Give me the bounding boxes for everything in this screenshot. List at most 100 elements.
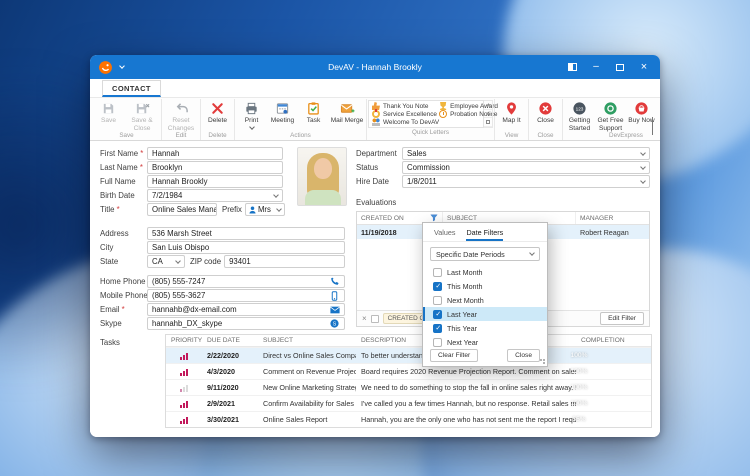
map-it-button[interactable]: Map It [496,99,527,125]
status-combo[interactable]: Commission [402,161,650,174]
birth-date-field: Birth Date 7/2/1984 [100,189,283,202]
column-header-manager[interactable]: MANAGER [576,212,649,224]
filter-option-last-month[interactable]: Last Month [423,265,547,279]
task-row[interactable]: 2/22/2020 Direct vs Online Sales Compari… [166,347,651,363]
quick-access-chevron-icon[interactable] [119,63,125,69]
tab-date-filters[interactable]: Date Filters [466,223,503,241]
skin-icon [567,63,577,71]
title-input[interactable]: Online Sales Manager [147,203,217,216]
full-name-input[interactable]: Hannah Brookly [147,175,283,188]
column-header-priority[interactable]: PRIORITY [166,337,202,344]
group-caption: Save [119,132,134,140]
remove-filter-icon[interactable]: × [362,314,367,323]
filter-option-next-month[interactable]: Next Month [423,293,547,307]
dropdown-chevron-icon[interactable] [640,163,646,170]
dropdown-chevron-icon[interactable] [276,205,282,212]
phone-icon [330,277,340,286]
dropdown-chevron-icon[interactable] [640,177,646,184]
close-contact-button[interactable]: Close [530,99,561,125]
city-input[interactable]: San Luis Obispo [147,241,345,254]
clear-filter-button[interactable]: Clear Filter [430,349,479,362]
last-name-input[interactable]: Brooklyn [147,161,283,174]
email-input[interactable]: hannahb@dx-email.com [147,303,345,316]
save-button[interactable]: Save [93,99,124,125]
about-button[interactable]: About [657,99,660,125]
getting-started-button[interactable]: 123 Getting Started [564,99,595,132]
photo-face [314,158,332,179]
birth-date-input[interactable]: 7/2/1984 [147,189,283,202]
task-button[interactable]: Task [298,99,329,125]
dropdown-chevron-icon[interactable] [273,191,279,198]
people-icon [372,118,380,126]
delete-button[interactable]: Delete [202,99,233,125]
field-label: Hire Date [356,177,389,186]
skype-input[interactable]: hannahb_DX_skype S [147,317,345,330]
reset-changes-button[interactable]: Reset Changes [163,99,199,132]
quick-letter-service-excellence[interactable]: Service Excellence [372,109,439,118]
field-label: Title * [100,205,120,214]
zip-input[interactable]: 93401 [224,255,345,268]
dropdown-chevron-icon[interactable] [529,250,535,256]
ribbon-collapse-button[interactable] [652,117,653,135]
devexpress-logo-icon[interactable] [98,60,113,75]
meeting-button[interactable]: Meeting [267,99,298,125]
column-header-completion[interactable]: COMPLETION [576,337,651,344]
filter-enabled-checkbox[interactable] [370,314,379,323]
task-row[interactable]: 3/30/2021 Online Sales Report Hannah, yo… [166,411,651,427]
print-button[interactable]: Print [236,99,267,130]
gallery-dropdown-button[interactable] [484,118,492,128]
column-header-subject[interactable]: SUBJECT [258,337,356,344]
close-window-button[interactable]: × [632,55,656,79]
button-label: Map It [502,117,521,124]
checkbox[interactable] [433,295,442,305]
gallery-scroll-up-button[interactable] [484,101,492,110]
close-popup-button[interactable]: Close [507,349,540,362]
checkbox[interactable] [433,281,442,291]
dropdown-chevron-icon[interactable] [640,149,646,156]
tab-values[interactable]: Values [434,223,455,241]
contact-photo[interactable] [297,147,347,206]
minimize-button[interactable]: – [584,55,608,79]
skype-field: Skype hannahb_DX_skype S [100,317,345,330]
hire-date-combo[interactable]: 1/8/2011 [402,175,650,188]
tab-contact[interactable]: CONTACT [102,80,161,97]
first-name-input[interactable]: Hannah [147,147,283,160]
item-label: Service Excellence [383,110,437,118]
edit-filter-button[interactable]: Edit Filter [600,312,644,325]
task-row[interactable]: 2/9/2021 Confirm Availability for Sales … [166,395,651,411]
dropdown-chevron-icon[interactable] [175,257,181,264]
close-circle-icon [538,101,553,116]
map-pin-icon [504,101,519,116]
filter-option-this-year[interactable]: This Year [423,321,547,335]
column-header-due-date[interactable]: DUE DATE [202,337,258,344]
bar [183,386,185,392]
task-row[interactable]: 9/11/2020 New Online Marketing Strategy … [166,379,651,395]
title-field: Title * Online Sales Manager Prefix Mrs [100,203,285,216]
gallery-scroll-down-button[interactable] [484,110,492,119]
department-combo[interactable]: Sales [402,147,650,160]
checkbox[interactable] [433,323,442,333]
checkbox[interactable] [433,267,442,277]
state-combo[interactable]: CA [147,255,185,268]
home-phone-input[interactable]: (805) 555-7247 [147,275,345,288]
skin-selector-button[interactable] [560,55,584,79]
checkbox[interactable] [433,309,442,319]
prefix-combo[interactable]: Mrs [244,203,285,216]
task-row[interactable]: 4/3/2020 Comment on Revenue Projections … [166,363,651,379]
mobile-phone-input[interactable]: (805) 555-3627 [147,289,345,302]
button-label: Meeting [270,117,295,124]
maximize-button[interactable] [608,55,632,79]
get-free-support-button[interactable]: Get Free Support [595,99,626,132]
filter-option-last-year[interactable]: Last Year [423,307,547,321]
filter-funnel-icon[interactable] [430,214,438,222]
quick-letter-thank-you-note[interactable]: Thank You Note [372,102,439,110]
mail-merge-button[interactable]: Mail Merge [329,99,365,125]
filter-option-this-month[interactable]: This Month [423,279,547,293]
period-type-combo[interactable]: Specific Date Periods [430,247,540,261]
popup-resize-grip[interactable] [540,359,545,364]
print-dropdown-chevron-icon[interactable] [248,123,255,130]
address-input[interactable]: 536 Marsh Street [147,227,345,240]
save-and-close-button[interactable]: Save & Close [124,99,160,132]
titlebar[interactable]: DevAV - Hannah Brookly – × [90,55,660,79]
quick-letter-welcome-to-devav[interactable]: Welcome To DevAV [372,118,439,126]
